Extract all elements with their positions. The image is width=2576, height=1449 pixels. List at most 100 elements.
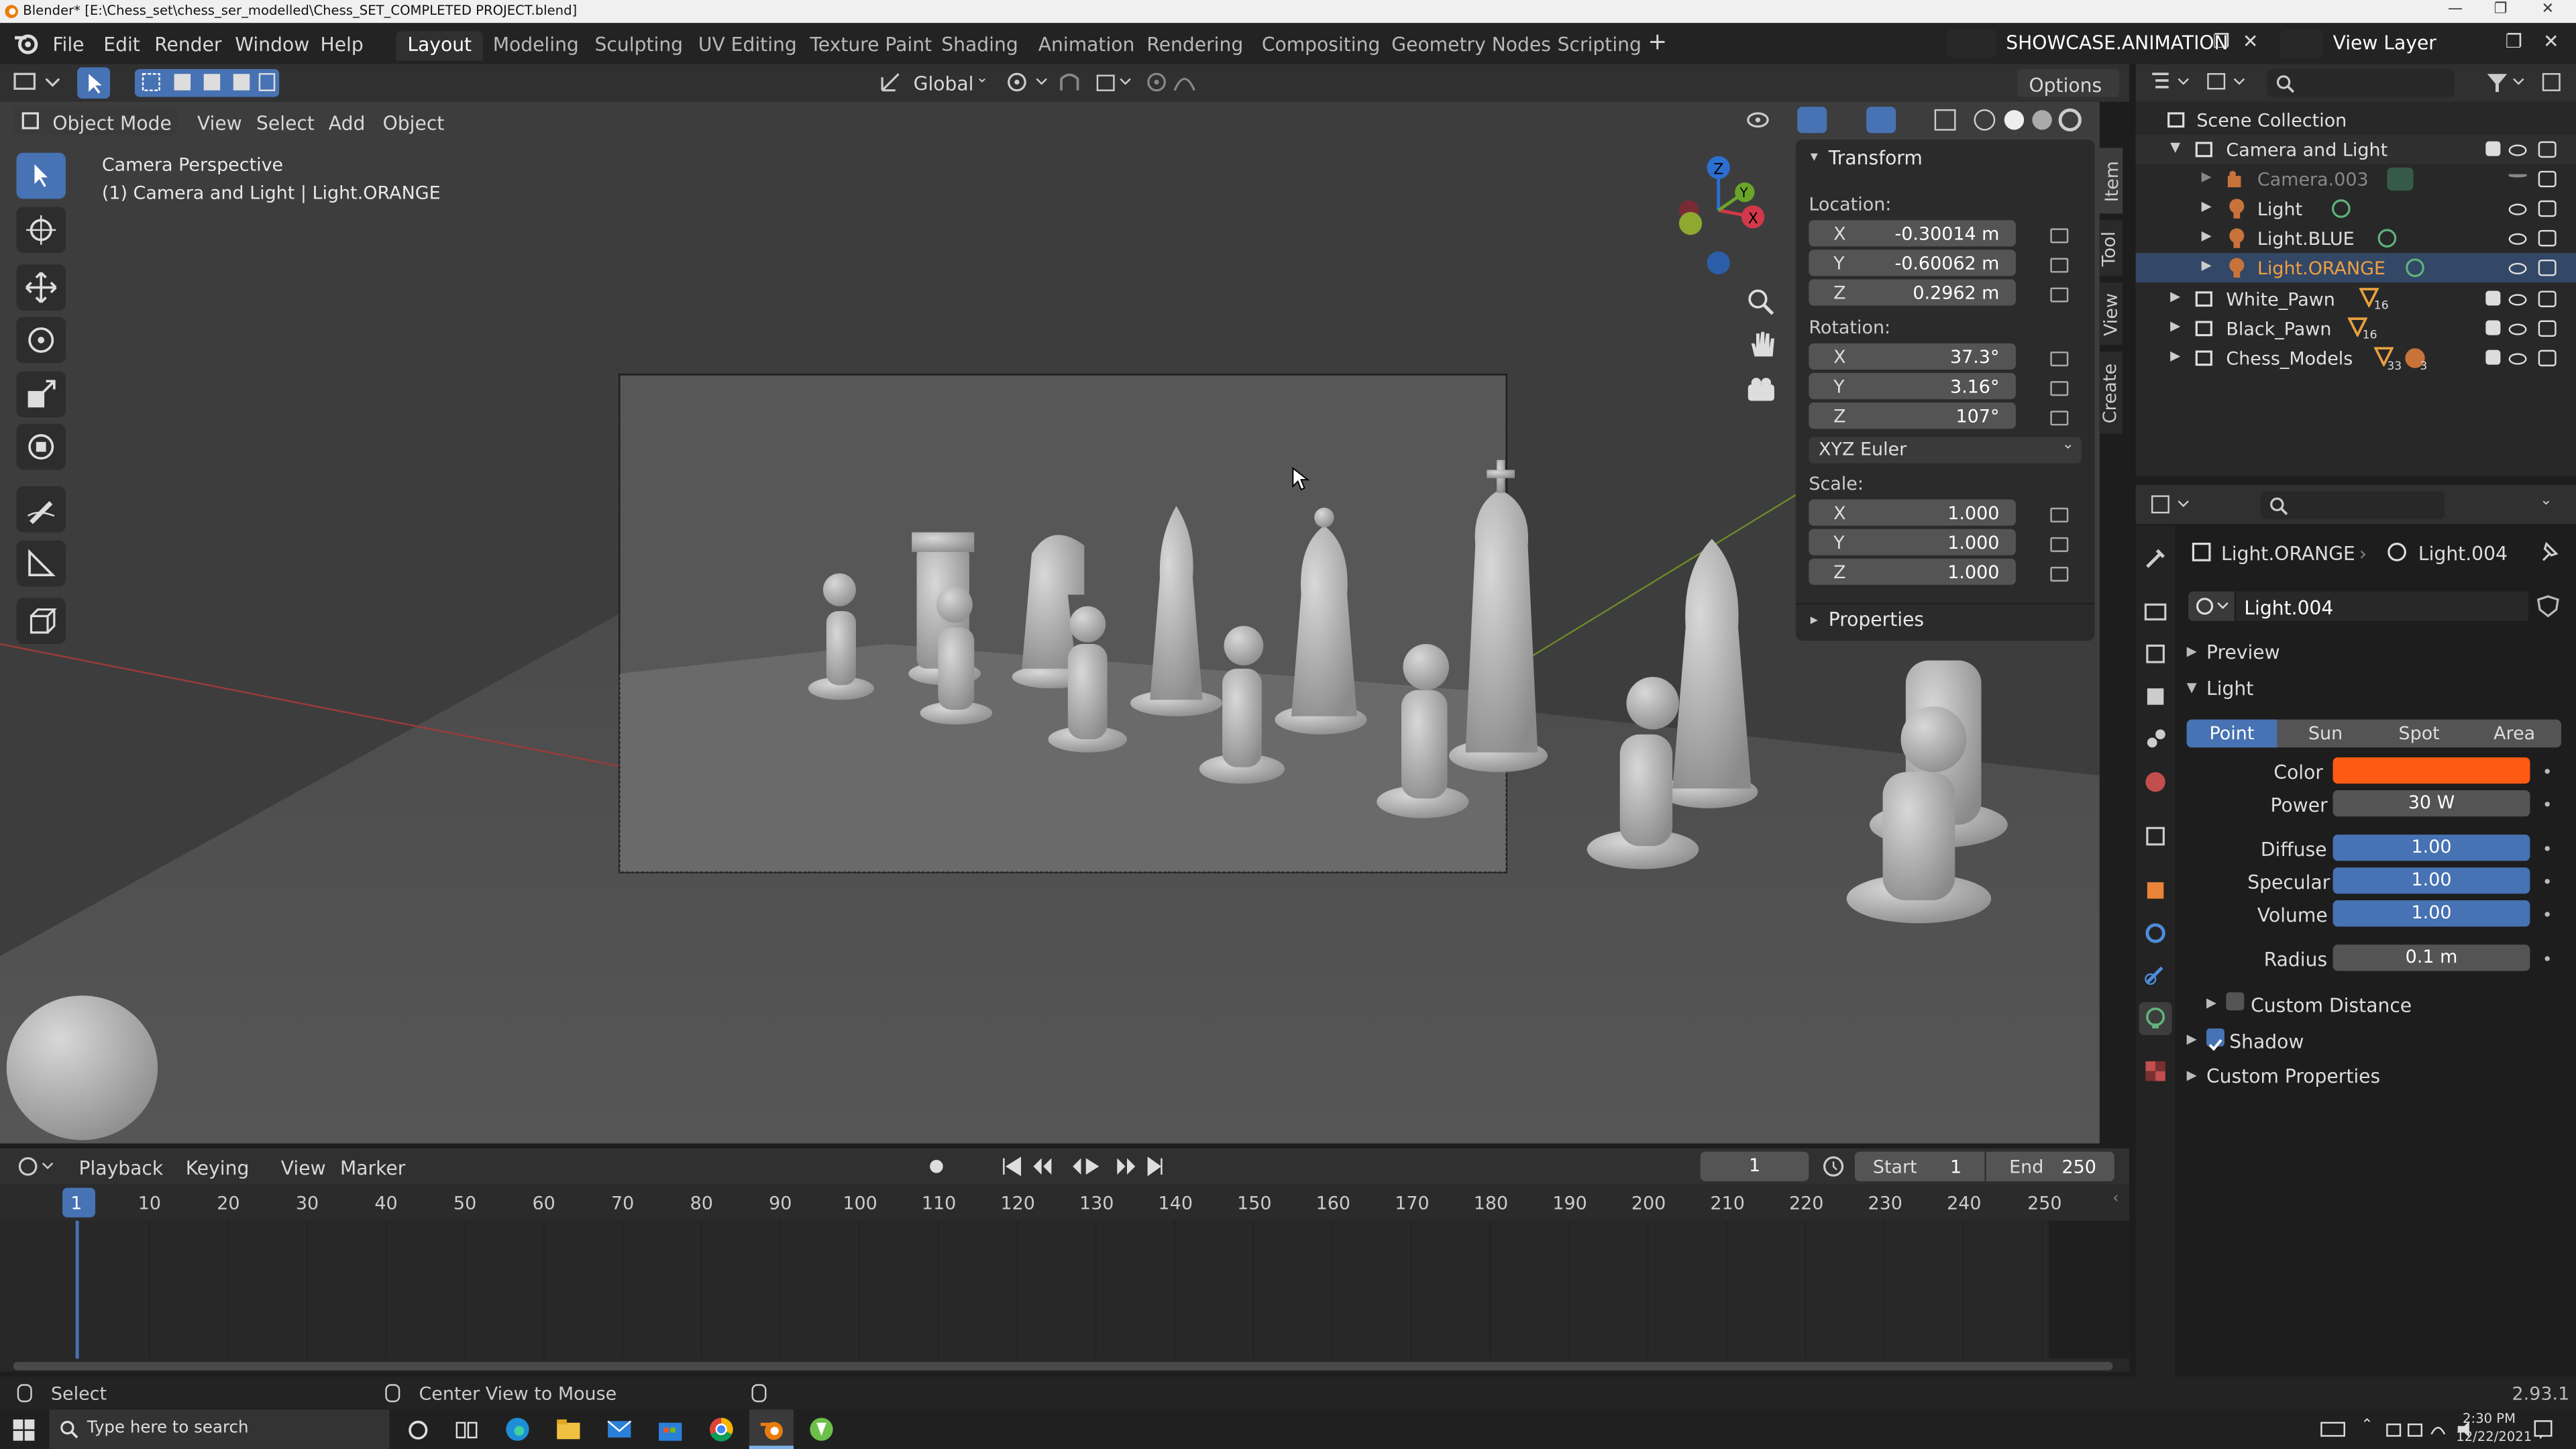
tab-compositing[interactable]: Compositing [1250, 32, 1392, 61]
cortana-icon[interactable] [407, 1419, 429, 1441]
chevron-down-icon[interactable]: ⌄ [2540, 494, 2552, 509]
panel-expand-icon[interactable]: ▸ [1811, 614, 1818, 629]
volume-field[interactable]: 1.00 [2332, 900, 2530, 927]
file-explorer-icon[interactable] [555, 1417, 582, 1440]
scene-tab-icon[interactable] [2142, 726, 2168, 752]
outliner-row-light-blue[interactable]: ▶ Light.BLUE [2136, 223, 2576, 253]
datablock-name-field[interactable]: Light.004 [2236, 591, 2529, 621]
move-tool[interactable] [16, 264, 66, 311]
object-mode-dropdown[interactable]: Object Mode [13, 107, 178, 135]
taskbar-blender-active[interactable] [749, 1409, 794, 1449]
section-custom-properties[interactable]: Custom Properties [2206, 1065, 2380, 1087]
taskbar-clock-time[interactable]: 2:30 PM [2463, 1412, 2516, 1426]
tab-animation[interactable]: Animation [1027, 32, 1146, 61]
close-icon[interactable]: ✕ [2542, 1, 2554, 17]
viewport-menu-object[interactable]: Object [383, 112, 445, 135]
tab-scripting[interactable]: Scripting [1546, 32, 1654, 61]
keyframe-dot-icon[interactable] [2544, 846, 2550, 851]
expand-arrow-icon[interactable]: ▼ [2170, 140, 2180, 155]
tab-texture-paint[interactable]: Texture Paint [798, 32, 943, 61]
section-collapsed-icon[interactable]: ▶ [2206, 996, 2216, 1010]
selection-mode-icons[interactable] [134, 68, 280, 97]
lock-icon[interactable] [2050, 228, 2069, 244]
shadow-checkbox[interactable] [2206, 1028, 2224, 1051]
lock-icon[interactable] [2050, 258, 2069, 273]
scroll-left-icon[interactable]: ‹ [2112, 1192, 2118, 1208]
tray-expand-icon[interactable]: ⌃ [2361, 1419, 2373, 1434]
outliner-row-chess-models[interactable]: ▶ Chess_Models 33 3 [2136, 343, 2576, 373]
keyframe-dot-icon[interactable] [2544, 802, 2550, 807]
start-frame-field[interactable]: Start 1 [1854, 1151, 1985, 1181]
windows-start-icon[interactable] [13, 1419, 35, 1441]
select-box-tool-button[interactable] [77, 67, 111, 99]
add-cube-tool[interactable] [16, 598, 66, 645]
tab-sculpting[interactable]: Sculpting [583, 32, 694, 61]
rotation-mode-dropdown[interactable]: XYZ Euler ⌄ [1809, 437, 2082, 464]
camera-data-icon[interactable] [2387, 167, 2414, 191]
outliner-row-scene-collection[interactable]: Scene Collection [2136, 105, 2576, 135]
tool-tab-icon[interactable] [2142, 545, 2168, 572]
store-icon[interactable] [657, 1416, 684, 1442]
outliner-row-camera[interactable]: ▶ Camera.003 [2136, 164, 2576, 194]
camera-render-icon[interactable] [2538, 141, 2557, 158]
light-type-area[interactable]: Area [2467, 720, 2561, 748]
expand-arrow-icon[interactable]: ▶ [2202, 200, 2212, 214]
light-type-spot[interactable]: Spot [2374, 720, 2465, 748]
task-view-icon[interactable] [455, 1419, 478, 1441]
viewport-menu-add[interactable]: Add [329, 112, 366, 135]
eye-icon[interactable] [2508, 262, 2527, 274]
blender-menu-icon[interactable] [13, 32, 40, 54]
timeline-body[interactable] [0, 1220, 2129, 1372]
rotation-x-field[interactable]: X 37.3° [1809, 343, 2016, 370]
lock-icon[interactable] [2050, 537, 2069, 552]
collection-tab-icon[interactable] [2142, 823, 2168, 849]
camera-render-icon[interactable] [2538, 170, 2557, 188]
lock-icon[interactable] [2050, 352, 2069, 367]
properties-panel-header[interactable]: Properties [1829, 610, 1924, 630]
checkbox[interactable] [2485, 141, 2501, 156]
tab-shading[interactable]: Shading [930, 32, 1030, 61]
delete-view-layer-icon[interactable]: ✕ [2543, 30, 2559, 52]
keyframe-dot-icon[interactable] [2544, 879, 2550, 884]
lock-icon[interactable] [2050, 411, 2069, 426]
pin-icon[interactable] [2536, 541, 2559, 564]
navigation-gizmo[interactable]: Z X Y [1659, 151, 1782, 279]
eye-closed-icon[interactable] [2508, 174, 2527, 178]
overlay-toggle-button[interactable] [1866, 107, 1896, 133]
edge-browser-icon[interactable] [504, 1416, 531, 1442]
snap-icon[interactable] [1058, 70, 1134, 93]
current-frame-field[interactable]: 1 [1700, 1151, 1809, 1181]
camera-render-icon[interactable] [2538, 259, 2557, 276]
expand-arrow-icon[interactable]: ▶ [2170, 349, 2180, 364]
world-tab-icon[interactable] [2142, 769, 2168, 795]
transform-panel-header[interactable]: Transform [1829, 149, 1923, 168]
keyframe-dot-icon[interactable] [2544, 769, 2550, 774]
view-layer-name[interactable]: View Layer [2333, 32, 2436, 54]
outliner-row-black-pawn[interactable]: ▶ Black_Pawn 16 [2136, 314, 2576, 343]
mail-icon[interactable] [606, 1417, 633, 1440]
outliner-editor-icon[interactable] [2149, 70, 2195, 93]
custom-distance-checkbox[interactable] [2226, 992, 2245, 1011]
timeline-menu-view[interactable]: View [281, 1157, 326, 1179]
menu-file[interactable]: File [52, 33, 84, 56]
camera-render-icon[interactable] [2538, 229, 2557, 247]
transform-tool[interactable] [16, 423, 66, 470]
outliner-row-light[interactable]: ▶ Light [2136, 194, 2576, 223]
panel-collapse-icon[interactable]: ▾ [1811, 150, 1818, 166]
tab-modeling[interactable]: Modeling [482, 32, 590, 61]
constraints-tab-icon[interactable] [2142, 963, 2168, 989]
texture-tab-icon[interactable] [2142, 1058, 2168, 1084]
scale-y-field[interactable]: Y 1.000 [1809, 529, 2016, 555]
light-data-tab[interactable] [2139, 1002, 2172, 1035]
tab-rendering[interactable]: Rendering [1135, 32, 1254, 61]
expand-arrow-icon[interactable]: ▶ [2202, 259, 2212, 273]
lock-icon[interactable] [2050, 287, 2069, 303]
eye-icon[interactable] [2508, 144, 2527, 156]
keyboard-icon[interactable] [2320, 1419, 2346, 1439]
notification-icon[interactable] [2532, 1417, 2555, 1440]
display-mode-icon[interactable] [2205, 70, 2251, 93]
pan-hand-icon[interactable] [1745, 329, 1778, 362]
lock-icon[interactable] [2050, 381, 2069, 396]
chrome-icon[interactable] [708, 1416, 735, 1442]
checkbox[interactable] [2485, 350, 2501, 365]
